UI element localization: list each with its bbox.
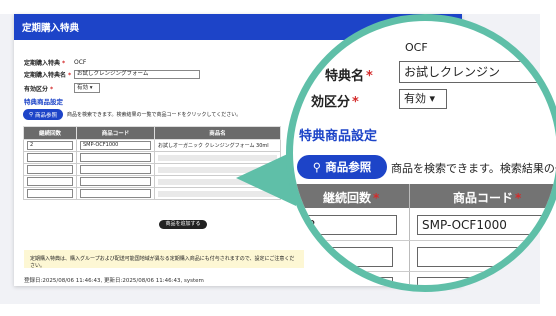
count-input[interactable] — [27, 177, 73, 186]
required-mark: * — [62, 60, 66, 67]
zoom-search-button[interactable]: ⚲ 商品参照 — [297, 155, 387, 179]
search-help-text: 商品を検索できます。検索結果の一覧で商品コードをクリックしてください。 — [67, 112, 242, 118]
col-count: 継続回数 — [23, 126, 77, 140]
benefit-name-row: 定期購入特典名 * お試しクレンジングフォーム — [24, 70, 200, 79]
benefit-id-value: OCF — [74, 59, 87, 66]
required-mark: * — [373, 191, 380, 205]
required-mark: * — [68, 72, 72, 79]
search-icon: ⚲ — [312, 160, 322, 174]
benefit-name-input[interactable]: お試しクレンジングフォーム — [74, 70, 200, 79]
count-input[interactable] — [27, 153, 73, 162]
zoom-lens: OCF 特典名 * お試しクレンジン 効区分 * 有効 ▾ 特典商品設定 ⚲ 商品参… — [286, 14, 556, 292]
chevron-down-icon: ▾ — [429, 92, 436, 105]
zoom-count-input[interactable] — [303, 247, 393, 267]
zoom-code-input[interactable] — [417, 247, 556, 267]
zoom-name-label: 特典名 * — [325, 69, 373, 84]
zoom-col-code: 商品コード * — [453, 191, 522, 205]
benefit-id-label: 定期購入特典 * — [24, 60, 66, 67]
code-input[interactable] — [80, 153, 151, 162]
zoom-count-input[interactable]: 2 — [303, 215, 397, 235]
count-input[interactable] — [27, 165, 73, 174]
benefit-name-label: 定期購入特典名 * — [24, 72, 72, 79]
zoom-search-text: 商品を検索できます。検索結果の一覧で — [391, 162, 556, 175]
required-mark: * — [366, 69, 373, 84]
code-input[interactable] — [80, 165, 151, 174]
section-title: 特典商品設定 — [24, 98, 63, 106]
zoom-row-divider — [293, 271, 556, 272]
count-input[interactable] — [27, 189, 73, 198]
zoom-valid-label: 効区分 * — [311, 95, 359, 110]
product-search-button[interactable]: ⚲ 商品参照 — [23, 109, 63, 120]
zoom-benefit-id: OCF — [405, 41, 428, 54]
footer-meta: 登録日:2025/08/06 11:46:43, 更新日:2025/08/06 … — [24, 278, 204, 284]
zoom-row-divider — [293, 240, 556, 241]
code-input[interactable] — [80, 189, 151, 198]
add-product-button[interactable]: 商品を追加する — [159, 220, 207, 229]
table-header: 継続回数 商品コード 商品名 — [23, 126, 281, 140]
modal-title: 定期購入特典 — [22, 23, 80, 34]
notice-box: 定期購入特典は、購入グループおよび配送可能国地域が異なる定期購入商品にも付与され… — [24, 250, 304, 269]
zoom-col-count: 継続回数 * — [323, 191, 380, 205]
valid-row: 有効区分 * 有効 ▾ — [24, 83, 100, 93]
code-input[interactable]: SMP-OCF1000 — [80, 141, 151, 150]
required-mark: * — [515, 191, 522, 205]
required-mark: * — [50, 85, 54, 93]
zoom-section-title: 特典商品設定 — [299, 129, 378, 144]
col-name: 商品名 — [154, 126, 281, 140]
required-mark: * — [352, 95, 359, 110]
zoom-col-divider — [409, 184, 410, 285]
search-icon: ⚲ — [28, 111, 33, 118]
zoom-name-input[interactable]: お試しクレンジン — [399, 61, 555, 83]
valid-label: 有効区分 * — [24, 85, 54, 93]
count-input[interactable]: 2 — [27, 141, 73, 150]
zoom-valid-select[interactable]: 有効 ▾ — [399, 89, 447, 109]
benefit-id-row: 定期購入特典 * OCF — [24, 58, 86, 67]
valid-select[interactable]: 有効 ▾ — [74, 83, 100, 93]
col-code: 商品コード — [76, 126, 155, 140]
zoom-code-input[interactable]: SMP-OCF1000 — [417, 215, 556, 235]
code-input[interactable] — [80, 177, 151, 186]
